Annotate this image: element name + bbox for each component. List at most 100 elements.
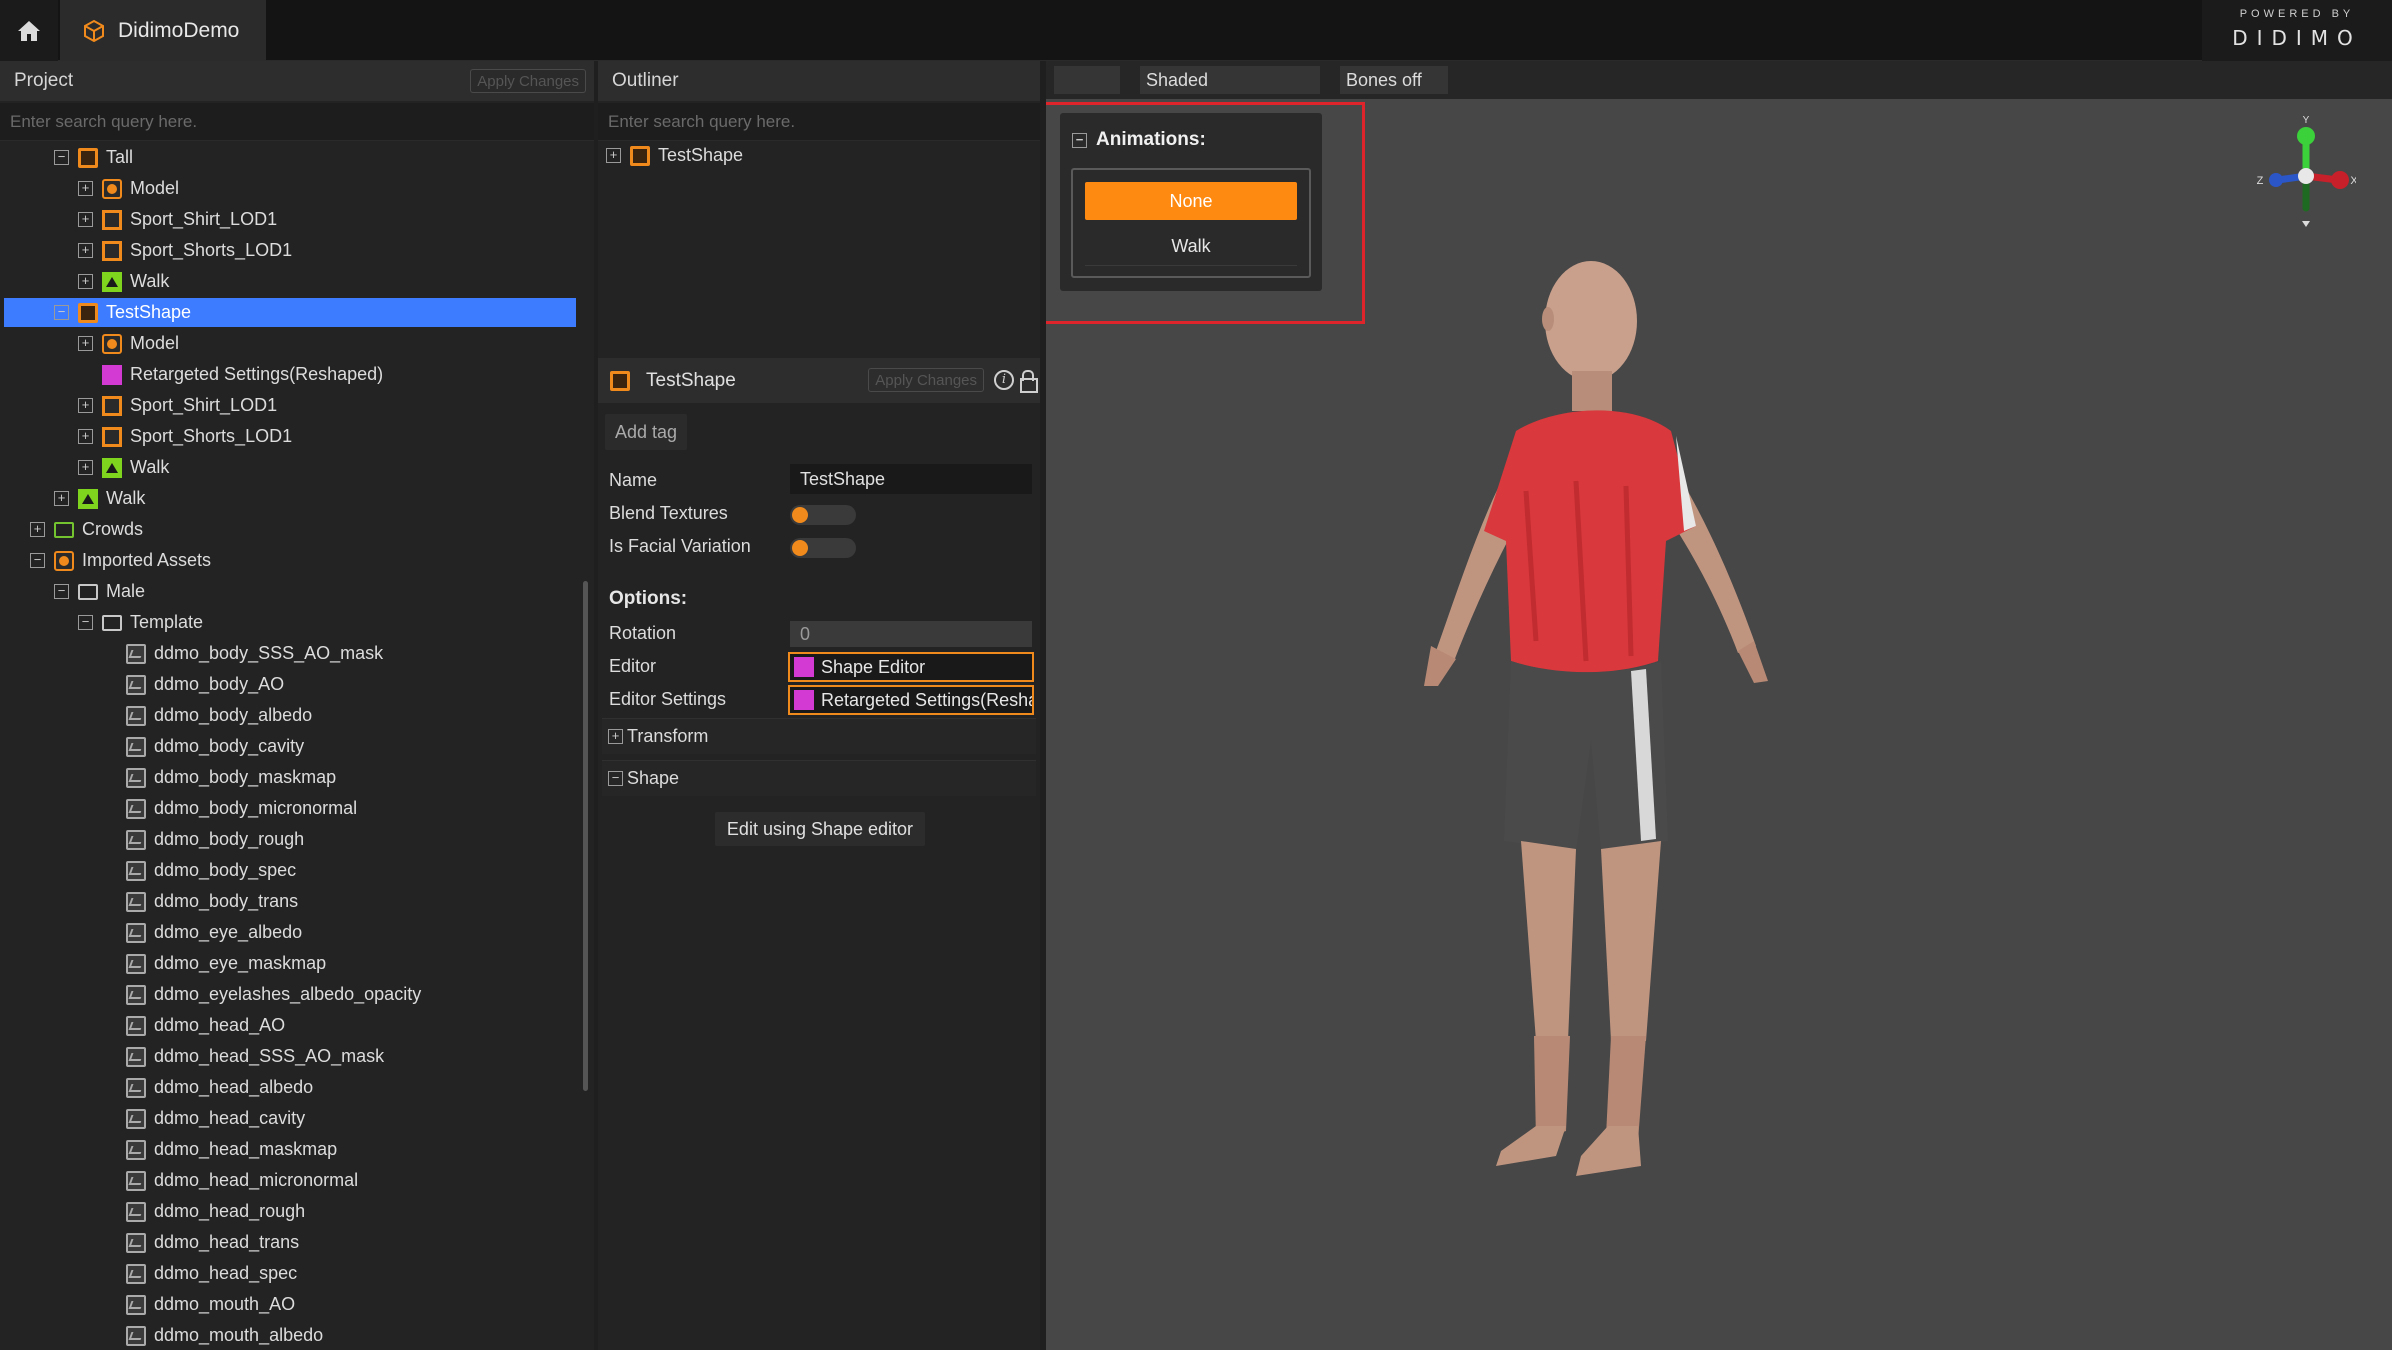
- blend-textures-toggle[interactable]: [790, 505, 856, 525]
- tree-item[interactable]: ddmo_body_SSS_AO_mask: [102, 639, 383, 668]
- tree-item[interactable]: ddmo_body_spec: [102, 856, 296, 885]
- tree-item[interactable]: ddmo_body_AO: [102, 670, 284, 699]
- tree-item[interactable]: − Imported Assets: [30, 546, 211, 575]
- expand-toggle-icon[interactable]: +: [30, 522, 45, 537]
- expand-toggle-icon[interactable]: +: [78, 274, 93, 289]
- gizmo-x-handle[interactable]: [2331, 171, 2349, 189]
- tree-item[interactable]: + Walk: [54, 484, 145, 513]
- facial-variation-toggle[interactable]: [790, 538, 856, 558]
- tree-item[interactable]: + Sport_Shorts_LOD1: [78, 422, 292, 451]
- info-icon[interactable]: i: [994, 370, 1014, 390]
- gizmo-center[interactable]: [2298, 168, 2314, 184]
- collapse-toggle-icon[interactable]: −: [30, 553, 45, 568]
- expand-toggle-icon[interactable]: +: [78, 212, 93, 227]
- tree-item[interactable]: + Model: [78, 174, 179, 203]
- expand-toggle-icon[interactable]: +: [78, 460, 93, 475]
- tree-item[interactable]: ddmo_eyelashes_albedo_opacity: [102, 980, 421, 1009]
- expand-toggle-icon[interactable]: +: [78, 181, 93, 196]
- title-bar: DidimoDemo POWERED BY DIDIMO: [0, 0, 2392, 61]
- tree-item-label: ddmo_body_AO: [154, 674, 285, 694]
- tree-item[interactable]: + Crowds: [30, 515, 143, 544]
- outliner-search-input[interactable]: Enter search query here.: [598, 103, 1040, 141]
- tree-item[interactable]: + Walk: [78, 267, 169, 296]
- tree-item[interactable]: ddmo_head_rough: [102, 1197, 305, 1226]
- project-header: Project Apply Changes: [0, 61, 594, 101]
- tree-item[interactable]: ddmo_head_trans: [102, 1228, 299, 1257]
- transform-section[interactable]: + Transform: [602, 718, 1036, 754]
- viewport-blank-button[interactable]: [1054, 66, 1120, 94]
- tree-item-label: ddmo_head_albedo: [154, 1077, 314, 1097]
- editor-settings-object-field[interactable]: Retargeted Settings(Resha: [788, 685, 1034, 715]
- collapse-toggle-icon[interactable]: −: [78, 615, 93, 630]
- tree-item[interactable]: − Tall: [54, 143, 133, 172]
- expand-toggle-icon[interactable]: +: [78, 429, 93, 444]
- tree-item[interactable]: Retargeted Settings(Reshaped): [78, 360, 383, 389]
- collapse-toggle-icon[interactable]: −: [1072, 132, 1087, 148]
- project-apply-changes-button[interactable]: Apply Changes: [470, 69, 586, 93]
- lock-icon[interactable]: [1020, 370, 1038, 393]
- tree-item[interactable]: − Male: [54, 577, 145, 606]
- expand-toggle-icon[interactable]: +: [608, 729, 623, 744]
- tree-item[interactable]: − Template: [78, 608, 203, 637]
- animation-option-none[interactable]: None: [1085, 182, 1297, 220]
- expand-toggle-icon[interactable]: +: [606, 148, 621, 163]
- expand-toggle-icon[interactable]: +: [54, 491, 69, 506]
- tree-item-label: ddmo_body_spec: [154, 860, 297, 880]
- tree-item[interactable]: ddmo_head_albedo: [102, 1073, 313, 1102]
- tree-item[interactable]: ddmo_eye_albedo: [102, 918, 302, 947]
- tree-item[interactable]: ddmo_head_micronormal: [102, 1166, 358, 1195]
- tree-item[interactable]: ddmo_mouth_albedo: [102, 1321, 323, 1350]
- name-field[interactable]: TestShape: [790, 464, 1032, 494]
- scene-viewport[interactable]: Shaded Bones off − Animations: None Walk…: [1046, 61, 2392, 1350]
- tree-item[interactable]: ddmo_body_micronormal: [102, 794, 357, 823]
- app-tab[interactable]: DidimoDemo: [60, 0, 266, 61]
- tree-item[interactable]: − TestShape: [4, 298, 576, 327]
- collapse-toggle-icon[interactable]: −: [608, 771, 623, 786]
- tree-item[interactable]: + Sport_Shirt_LOD1: [78, 205, 277, 234]
- project-search-input[interactable]: Enter search query here.: [0, 103, 594, 141]
- gizmo-z-handle[interactable]: [2269, 173, 2283, 187]
- tree-item[interactable]: ddmo_head_cavity: [102, 1104, 305, 1133]
- settings-asset-icon: [794, 690, 814, 710]
- project-scrollbar[interactable]: [583, 581, 588, 1091]
- tree-item[interactable]: ddmo_body_rough: [102, 825, 304, 854]
- tree-item-label: ddmo_eye_maskmap: [154, 953, 327, 973]
- project-title: Project: [14, 70, 74, 91]
- tree-item[interactable]: ddmo_body_albedo: [102, 701, 312, 730]
- tree-item[interactable]: + Sport_Shorts_LOD1: [78, 236, 292, 265]
- collapse-toggle-icon[interactable]: −: [54, 305, 69, 320]
- inspector-apply-changes-button[interactable]: Apply Changes: [868, 368, 984, 392]
- tree-item[interactable]: ddmo_body_maskmap: [102, 763, 336, 792]
- collapse-toggle-icon[interactable]: −: [54, 584, 69, 599]
- tree-item[interactable]: ddmo_eye_maskmap: [102, 949, 326, 978]
- tree-item[interactable]: + Model: [78, 329, 179, 358]
- bones-toggle-button[interactable]: Bones off: [1340, 66, 1448, 94]
- tree-item[interactable]: ddmo_head_AO: [102, 1011, 285, 1040]
- orientation-gizmo[interactable]: Y X Z: [2256, 116, 2356, 246]
- folder-icon: [102, 614, 122, 631]
- tree-item-label: ddmo_body_maskmap: [154, 767, 337, 787]
- tree-item[interactable]: ddmo_head_spec: [102, 1259, 297, 1288]
- expand-toggle-icon[interactable]: +: [78, 243, 93, 258]
- tree-item[interactable]: ddmo_body_cavity: [102, 732, 304, 761]
- editor-object-field[interactable]: Shape Editor: [788, 652, 1034, 682]
- gizmo-y-handle[interactable]: [2297, 127, 2315, 145]
- outliner-item[interactable]: + TestShape: [606, 141, 743, 170]
- tree-item[interactable]: ddmo_head_maskmap: [102, 1135, 337, 1164]
- edit-using-shape-editor-button[interactable]: Edit using Shape editor: [715, 812, 925, 846]
- animations-header[interactable]: − Animations:: [1072, 129, 1206, 151]
- home-button[interactable]: [0, 0, 58, 61]
- tree-item[interactable]: ddmo_head_SSS_AO_mask: [102, 1042, 384, 1071]
- rotation-field[interactable]: 0: [790, 621, 1032, 647]
- tree-item[interactable]: ddmo_body_trans: [102, 887, 298, 916]
- animation-option-walk[interactable]: Walk: [1085, 228, 1297, 266]
- shading-mode-dropdown[interactable]: Shaded: [1140, 66, 1320, 94]
- collapse-toggle-icon[interactable]: −: [54, 150, 69, 165]
- tree-item[interactable]: + Walk: [78, 453, 169, 482]
- tree-item[interactable]: ddmo_mouth_AO: [102, 1290, 295, 1319]
- expand-toggle-icon[interactable]: +: [78, 336, 93, 351]
- tree-item[interactable]: + Sport_Shirt_LOD1: [78, 391, 277, 420]
- shape-section[interactable]: − Shape: [602, 760, 1036, 796]
- expand-toggle-icon[interactable]: +: [78, 398, 93, 413]
- add-tag-button[interactable]: Add tag: [605, 414, 688, 450]
